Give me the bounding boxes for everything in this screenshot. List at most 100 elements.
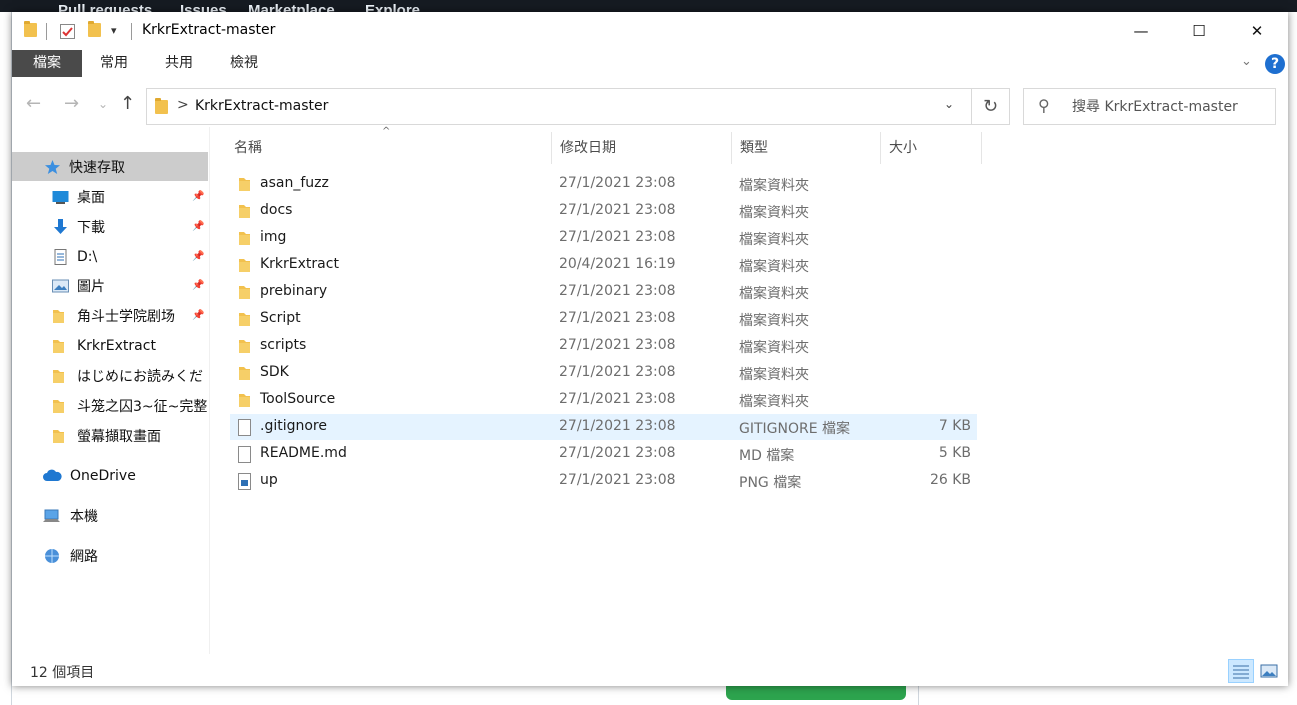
sidebar-item-onedrive[interactable]: OneDrive — [12, 461, 208, 490]
tab-view[interactable]: 檢視 — [214, 50, 274, 77]
sidebar-item-folder-5[interactable]: 螢幕擷取畫面 — [12, 421, 208, 450]
navigation-bar: ← → ⌄ ↑ > KrkrExtract-master ⌄ ↻ ⚲ — [12, 83, 1288, 127]
folder-icon — [238, 365, 252, 385]
background-right-edge — [1288, 12, 1297, 705]
search-icon: ⚲ — [1038, 96, 1050, 115]
pin-icon[interactable]: 📌 — [192, 221, 204, 232]
breadcrumb-current[interactable]: KrkrExtract-master — [195, 98, 328, 114]
file-row-script[interactable]: Script 27/1/2021 23:08 檔案資料夾 — [230, 306, 977, 332]
recent-locations-button[interactable]: ⌄ — [98, 97, 108, 111]
sidebar-item-pictures[interactable]: 圖片 📌 — [12, 271, 208, 300]
help-icon[interactable]: ? — [1265, 54, 1285, 74]
file-row-gitignore[interactable]: .gitignore 27/1/2021 23:08 GITIGNORE 檔案 … — [230, 414, 977, 440]
download-icon — [52, 218, 69, 235]
chevron-right-icon[interactable]: > — [177, 97, 189, 113]
refresh-button[interactable]: ↻ — [972, 88, 1010, 125]
sidebar-item-quick-access[interactable]: 快速存取 — [12, 152, 208, 181]
column-header-size[interactable]: 大小 — [884, 132, 981, 164]
details-view-icon — [1233, 665, 1249, 679]
address-bar[interactable]: > KrkrExtract-master ⌄ — [146, 88, 972, 125]
sidebar-item-desktop[interactable]: 桌面 📌 — [12, 182, 208, 211]
large-icons-view-icon — [1260, 664, 1278, 678]
file-row-prebinary[interactable]: prebinary 27/1/2021 23:08 檔案資料夾 — [230, 279, 977, 305]
file-row-readme[interactable]: README.md 27/1/2021 23:08 MD 檔案 5 KB — [230, 441, 977, 467]
up-button[interactable]: ↑ — [120, 93, 135, 114]
file-row-sdk[interactable]: SDK 27/1/2021 23:08 檔案資料夾 — [230, 360, 977, 386]
maximize-button[interactable]: ☐ — [1170, 12, 1228, 50]
file-row-img[interactable]: img 27/1/2021 23:08 檔案資料夾 — [230, 225, 977, 251]
computer-icon — [42, 508, 62, 524]
search-box[interactable]: ⚲ — [1023, 88, 1276, 125]
new-folder-icon[interactable] — [88, 21, 101, 39]
explorer-window: ▾ KrkrExtract-master — ☐ ✕ 檔案 常用 共用 檢視 ⌄… — [12, 12, 1288, 686]
ribbon-tabs: 檔案 常用 共用 檢視 ⌄ — [12, 50, 1288, 78]
folder-icon — [238, 176, 252, 196]
folder-icon — [52, 428, 69, 444]
pin-icon[interactable]: 📌 — [192, 310, 204, 321]
background-left-edge — [0, 12, 12, 705]
folder-icon — [52, 398, 69, 414]
column-header-name[interactable]: 名稱 — [229, 132, 551, 164]
customize-toolbar-icon[interactable]: ▾ — [111, 24, 117, 40]
sidebar-item-network[interactable]: 網路 — [12, 541, 208, 570]
folder-icon — [238, 230, 252, 250]
column-header-type[interactable]: 類型 — [735, 132, 880, 164]
file-row-scripts[interactable]: scripts 27/1/2021 23:08 檔案資料夾 — [230, 333, 977, 359]
sidebar-item-folder-2[interactable]: KrkrExtract — [12, 331, 208, 360]
file-row-up[interactable]: up 27/1/2021 23:08 PNG 檔案 26 KB — [230, 468, 977, 494]
sidebar-item-this-pc[interactable]: 本機 — [12, 501, 208, 530]
pin-icon[interactable]: 📌 — [192, 251, 204, 262]
pin-icon[interactable]: 📌 — [192, 280, 204, 291]
properties-icon[interactable] — [60, 24, 75, 39]
chevron-down-icon[interactable]: ⌄ — [944, 97, 954, 111]
tab-home[interactable]: 常用 — [84, 50, 144, 77]
desktop-icon — [52, 189, 69, 205]
sidebar-item-folder-1[interactable]: 角斗士学院剧场 📌 — [12, 301, 208, 330]
folder-icon — [52, 338, 69, 354]
file-row-toolsource[interactable]: ToolSource 27/1/2021 23:08 檔案資料夾 — [230, 387, 977, 413]
status-bar: 12 個項目 — [12, 656, 1288, 686]
back-button[interactable]: ← — [26, 93, 41, 114]
folder-icon — [238, 311, 252, 331]
pin-icon[interactable]: 📌 — [192, 191, 204, 202]
file-icon — [238, 446, 251, 463]
tab-file[interactable]: 檔案 — [12, 50, 82, 77]
pictures-icon — [52, 278, 69, 294]
background-header: Pull requests Issues Marketplace Explore — [0, 0, 1297, 19]
tab-share[interactable]: 共用 — [149, 50, 209, 77]
file-row-docs[interactable]: docs 27/1/2021 23:08 檔案資料夾 — [230, 198, 977, 224]
search-input[interactable] — [1072, 96, 1267, 118]
network-icon — [42, 548, 62, 564]
folder-icon — [238, 392, 252, 412]
large-icons-view-button[interactable] — [1256, 659, 1282, 683]
expand-ribbon-icon[interactable]: ⌄ — [1241, 54, 1252, 69]
item-count: 12 個項目 — [30, 665, 95, 681]
folder-icon — [155, 98, 168, 114]
bg-submit-button — [726, 686, 906, 700]
background-bottom-edge — [12, 686, 1288, 705]
file-row-asan-fuzz[interactable]: asan_fuzz 27/1/2021 23:08 檔案資料夾 — [230, 171, 977, 197]
folder-icon — [52, 308, 69, 324]
folder-icon — [238, 257, 252, 277]
image-file-icon — [238, 473, 251, 490]
forward-button[interactable]: → — [64, 93, 79, 114]
star-icon — [44, 159, 61, 175]
minimize-button[interactable]: — — [1112, 12, 1170, 50]
cloud-icon — [42, 468, 62, 484]
document-icon — [52, 248, 69, 265]
sidebar-item-drive-d[interactable]: D:\ 📌 — [12, 242, 208, 271]
sidebar-item-downloads[interactable]: 下載 📌 — [12, 212, 208, 241]
sidebar-item-folder-3[interactable]: はじめにお読みくだ — [12, 361, 208, 390]
folder-icon — [52, 368, 69, 384]
file-icon — [238, 419, 251, 436]
folder-icon — [238, 338, 252, 358]
folder-icon — [238, 203, 252, 223]
details-view-button[interactable] — [1228, 659, 1254, 683]
folder-icon — [24, 21, 37, 39]
sidebar-item-folder-4[interactable]: 斗笼之囚3~征~完整 — [12, 391, 208, 420]
column-header-date[interactable]: 修改日期 — [555, 132, 730, 164]
window-title: KrkrExtract-master — [142, 22, 276, 38]
file-row-krkrextract[interactable]: KrkrExtract 20/4/2021 16:19 檔案資料夾 — [230, 252, 977, 278]
title-bar: ▾ KrkrExtract-master — ☐ ✕ — [12, 12, 1288, 50]
close-button[interactable]: ✕ — [1228, 12, 1286, 50]
